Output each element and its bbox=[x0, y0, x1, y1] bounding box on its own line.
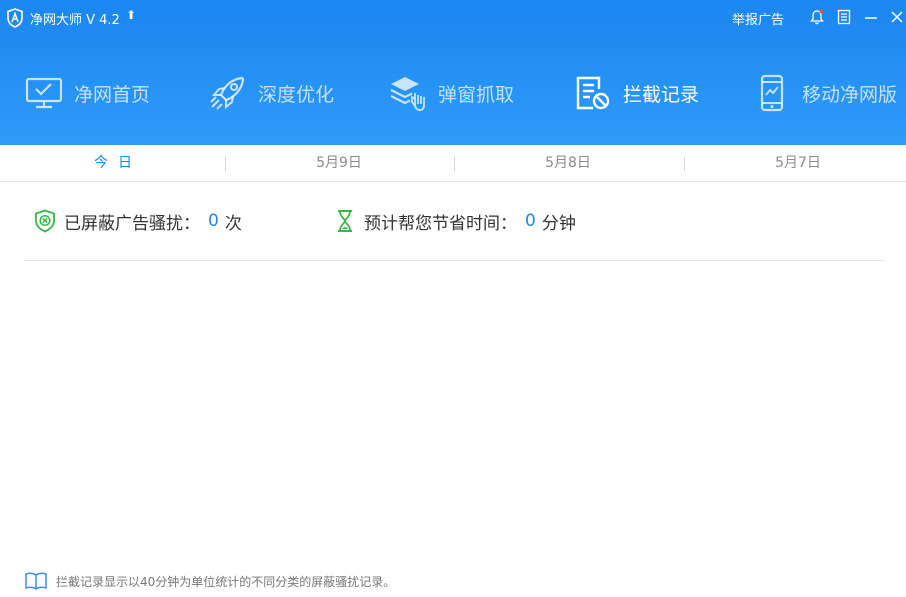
up-arrow-icon[interactable]: ⬆ bbox=[126, 8, 136, 22]
date-tabs: 今日 5月9日 5月8日 5月7日 bbox=[0, 145, 906, 182]
nav-item-popup-capture[interactable]: 弹窗抓取 bbox=[388, 71, 514, 115]
phone-icon bbox=[760, 74, 784, 112]
saved-time-label: 预计帮您节省时间： bbox=[364, 213, 517, 234]
header: 净网大师 V 4.2 ⬆ 举报广告 净网首页 深度优化 弹窗抓取 拦截记录 移动… bbox=[0, 0, 906, 145]
record-block-icon bbox=[576, 76, 610, 110]
app-window: 净网大师 V 4.2 ⬆ 举报广告 净网首页 深度优化 弹窗抓取 拦截记录 移动… bbox=[0, 0, 906, 597]
layers-hand-icon bbox=[390, 77, 425, 111]
nav-item-mobile[interactable]: 移动净网版 bbox=[752, 71, 897, 115]
app-title: 净网大师 V 4.2 bbox=[30, 13, 120, 28]
minimize-icon[interactable] bbox=[862, 8, 880, 26]
nav-label-mobile: 移动净网版 bbox=[802, 83, 898, 106]
stats-summary: 已屏蔽广告骚扰： 0 次 预计帮您节省时间： 0 分钟 bbox=[24, 200, 885, 261]
nav-label-popup-capture: 弹窗抓取 bbox=[438, 83, 515, 106]
nav-label-home: 净网首页 bbox=[74, 83, 151, 106]
tab-may-7[interactable]: 5月7日 bbox=[685, 145, 906, 182]
monitor-icon bbox=[25, 77, 63, 109]
tab-may-8[interactable]: 5月8日 bbox=[455, 145, 681, 182]
main-nav: 净网首页 深度优化 弹窗抓取 拦截记录 移动净网版 bbox=[0, 56, 906, 130]
blocked-unit: 次 bbox=[224, 213, 242, 234]
saved-time-value: 0 bbox=[525, 211, 536, 231]
saved-time-stat: 预计帮您节省时间： 0 分钟 bbox=[334, 200, 576, 242]
tab-today[interactable]: 今日 bbox=[0, 145, 226, 182]
book-icon bbox=[25, 572, 47, 590]
footer-note: 拦截记录显示以40分钟为单位统计的不同分类的屏蔽骚扰记录。 bbox=[24, 570, 395, 592]
hourglass-icon bbox=[338, 210, 352, 232]
menu-icon[interactable] bbox=[835, 8, 853, 26]
close-icon[interactable] bbox=[888, 8, 906, 26]
nav-item-home[interactable]: 净网首页 bbox=[24, 71, 150, 115]
title-bar: 净网大师 V 4.2 ⬆ 举报广告 bbox=[0, 0, 906, 36]
bell-icon[interactable] bbox=[808, 8, 826, 26]
blocked-count: 0 bbox=[208, 211, 219, 231]
tab-may-9[interactable]: 5月9日 bbox=[226, 145, 452, 182]
nav-label-records: 拦截记录 bbox=[623, 83, 700, 106]
app-logo-shield-icon bbox=[7, 8, 23, 28]
nav-item-optimize[interactable]: 深度优化 bbox=[208, 71, 334, 115]
blocked-label: 已屏蔽广告骚扰： bbox=[64, 213, 200, 234]
report-ad-link[interactable]: 举报广告 bbox=[732, 9, 784, 28]
rocket-icon bbox=[210, 76, 245, 110]
nav-item-records[interactable]: 拦截记录 bbox=[573, 71, 699, 115]
saved-time-unit: 分钟 bbox=[541, 213, 576, 234]
shield-x-icon bbox=[35, 209, 55, 233]
blocked-stat: 已屏蔽广告骚扰： 0 次 bbox=[34, 200, 242, 242]
nav-label-optimize: 深度优化 bbox=[258, 83, 335, 106]
footer-text: 拦截记录显示以40分钟为单位统计的不同分类的屏蔽骚扰记录。 bbox=[56, 574, 396, 589]
